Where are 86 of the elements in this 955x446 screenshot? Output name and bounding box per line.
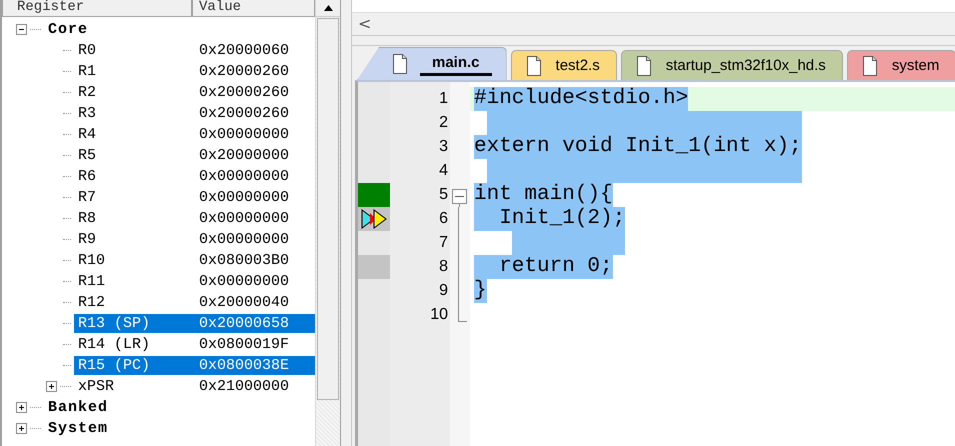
line-number: 4 xyxy=(438,161,449,181)
register-row[interactable]: xPSR 0x21000000 xyxy=(74,377,315,396)
register-row[interactable]: R3 0x20000260 xyxy=(74,104,315,123)
document-icon xyxy=(392,53,408,75)
register-name: R0 xyxy=(78,41,98,60)
line-number: 2 xyxy=(438,113,449,133)
register-row[interactable]: R13 (SP) 0x20000658 xyxy=(74,314,315,333)
register-value: 0x080003B0 xyxy=(199,251,290,270)
register-row[interactable]: R8 0x00000000 xyxy=(74,209,315,228)
register-name: R3 xyxy=(78,104,98,123)
register-row[interactable]: R14 (LR) 0x0800019F xyxy=(74,335,315,354)
register-value: 0x20000260 xyxy=(199,83,290,102)
file-tab[interactable]: main.c xyxy=(357,47,507,80)
expand-icon[interactable] xyxy=(16,423,27,434)
line-number: 5 xyxy=(438,185,449,205)
register-name: R12 xyxy=(78,293,106,312)
document-icon xyxy=(526,54,542,76)
register-row[interactable]: R12 0x20000040 xyxy=(74,293,315,312)
register-name: R10 xyxy=(78,251,106,270)
register-row[interactable]: Core xyxy=(44,20,315,39)
register-row[interactable]: System xyxy=(44,419,315,438)
collapse-icon[interactable] xyxy=(16,24,27,35)
line-number: 6 xyxy=(438,209,449,229)
register-name: R8 xyxy=(78,209,98,228)
file-tab[interactable]: test2.s xyxy=(510,50,617,80)
register-value: 0x20000260 xyxy=(199,62,290,81)
collapse-icon[interactable] xyxy=(452,189,467,207)
scrollbar-thumb[interactable] xyxy=(317,18,339,400)
file-tab[interactable]: system xyxy=(846,50,955,80)
register-value: 0x00000000 xyxy=(199,209,290,228)
register-value: 0x20000658 xyxy=(199,314,290,333)
scroll-up-icon[interactable] xyxy=(324,5,332,11)
line-number: 7 xyxy=(438,233,449,253)
register-value: 0x20000060 xyxy=(199,41,290,60)
line-number: 1 xyxy=(438,89,449,109)
register-row[interactable]: R11 0x00000000 xyxy=(74,272,315,291)
scroll-left-button[interactable]: < xyxy=(358,15,372,33)
register-row[interactable]: R15 (PC) 0x0800038E xyxy=(74,356,315,375)
line-number: 3 xyxy=(438,137,449,157)
register-name: xPSR xyxy=(78,377,116,396)
register-value: 0x00000000 xyxy=(199,188,290,207)
register-value: 0x21000000 xyxy=(199,377,290,396)
register-name: R7 xyxy=(78,188,98,207)
register-name: R1 xyxy=(78,62,98,81)
register-value: 0x00000000 xyxy=(199,167,290,186)
register-row[interactable]: R9 0x00000000 xyxy=(74,230,315,249)
line-number: 9 xyxy=(438,281,449,301)
register-row[interactable]: R10 0x080003B0 xyxy=(74,251,315,270)
group-name: Banked xyxy=(48,398,108,417)
line-number: 8 xyxy=(438,257,449,277)
register-name: R2 xyxy=(78,83,98,102)
register-name: R13 (SP) xyxy=(78,314,152,333)
expand-icon[interactable] xyxy=(46,381,57,392)
register-row[interactable]: R0 0x20000060 xyxy=(74,41,315,60)
register-value: 0x00000000 xyxy=(199,272,290,291)
expand-icon[interactable] xyxy=(16,402,27,413)
register-row[interactable]: R2 0x20000260 xyxy=(74,83,315,102)
document-icon xyxy=(862,54,878,76)
register-value: 0x00000000 xyxy=(199,125,290,144)
line-number: 10 xyxy=(429,305,449,325)
register-name: R11 xyxy=(78,272,106,291)
register-row[interactable]: Banked xyxy=(44,398,315,417)
register-row[interactable]: R6 0x00000000 xyxy=(74,167,315,186)
scrollbar[interactable] xyxy=(315,0,340,446)
register-value: 0x20000260 xyxy=(199,104,290,123)
file-tab[interactable]: startup_stm32f10x_hd.s xyxy=(620,50,843,80)
document-icon xyxy=(636,54,652,76)
register-row[interactable]: R7 0x00000000 xyxy=(74,188,315,207)
group-name: System xyxy=(48,419,108,438)
register-value: 0x00000000 xyxy=(199,230,290,249)
register-row[interactable]: R4 0x00000000 xyxy=(74,125,315,144)
register-row[interactable]: R1 0x20000260 xyxy=(74,62,315,81)
group-name: Core xyxy=(48,20,88,39)
column-header[interactable]: Register xyxy=(2,0,192,17)
register-value: 0x0800038E xyxy=(199,356,290,375)
column-header[interactable]: Value xyxy=(192,0,315,17)
register-row[interactable]: R5 0x20000000 xyxy=(74,146,315,165)
register-name: R14 (LR) xyxy=(78,335,152,354)
register-name: R4 xyxy=(78,125,98,144)
register-value: 0x20000000 xyxy=(199,146,290,165)
register-name: R5 xyxy=(78,146,98,165)
register-name: R9 xyxy=(78,230,98,249)
register-value: 0x0800019F xyxy=(199,335,290,354)
register-name: R15 (PC) xyxy=(78,356,152,375)
register-name: R6 xyxy=(78,167,98,186)
register-value: 0x20000040 xyxy=(199,293,290,312)
